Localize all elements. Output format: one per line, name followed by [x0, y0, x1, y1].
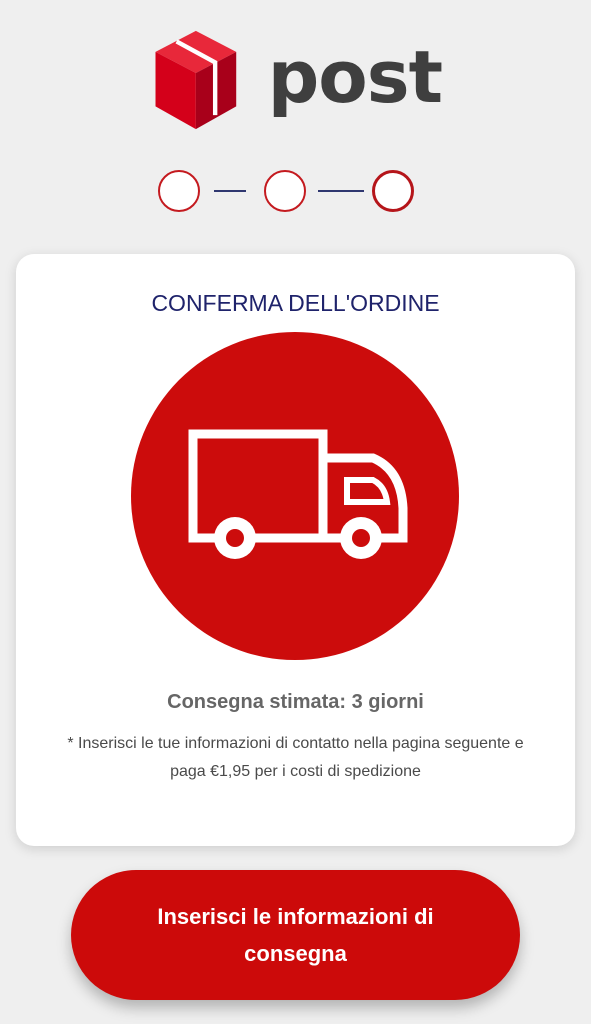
shipping-fee-note: * Inserisci le tue informazioni di conta…: [67, 735, 524, 780]
progress-stepper: [158, 169, 433, 213]
order-confirmation-card: CONFERMA DELL'ORDINE Consegna stimata: 3: [16, 254, 575, 846]
truck-badge: [131, 332, 459, 660]
delivery-truck-icon: [188, 429, 408, 559]
card-title: CONFERMA DELL'ORDINE: [151, 290, 440, 316]
step-2-indicator: [264, 170, 306, 212]
step-connector: [318, 190, 364, 192]
enter-delivery-info-button[interactable]: Inserisci le informazioni di consegna: [71, 870, 520, 1000]
logo-wordmark: post: [267, 34, 443, 119]
step-connector: [214, 190, 246, 192]
step-3-indicator: [372, 170, 414, 212]
step-1-indicator: [158, 170, 200, 212]
dpd-cube-icon: [155, 30, 237, 129]
estimated-delivery: Consegna stimata: 3 giorni: [167, 691, 424, 713]
page: post CONFERMA DELL'ORDINE Consegna stima…: [0, 0, 591, 1024]
dpd-logo: post: [152, 22, 443, 137]
